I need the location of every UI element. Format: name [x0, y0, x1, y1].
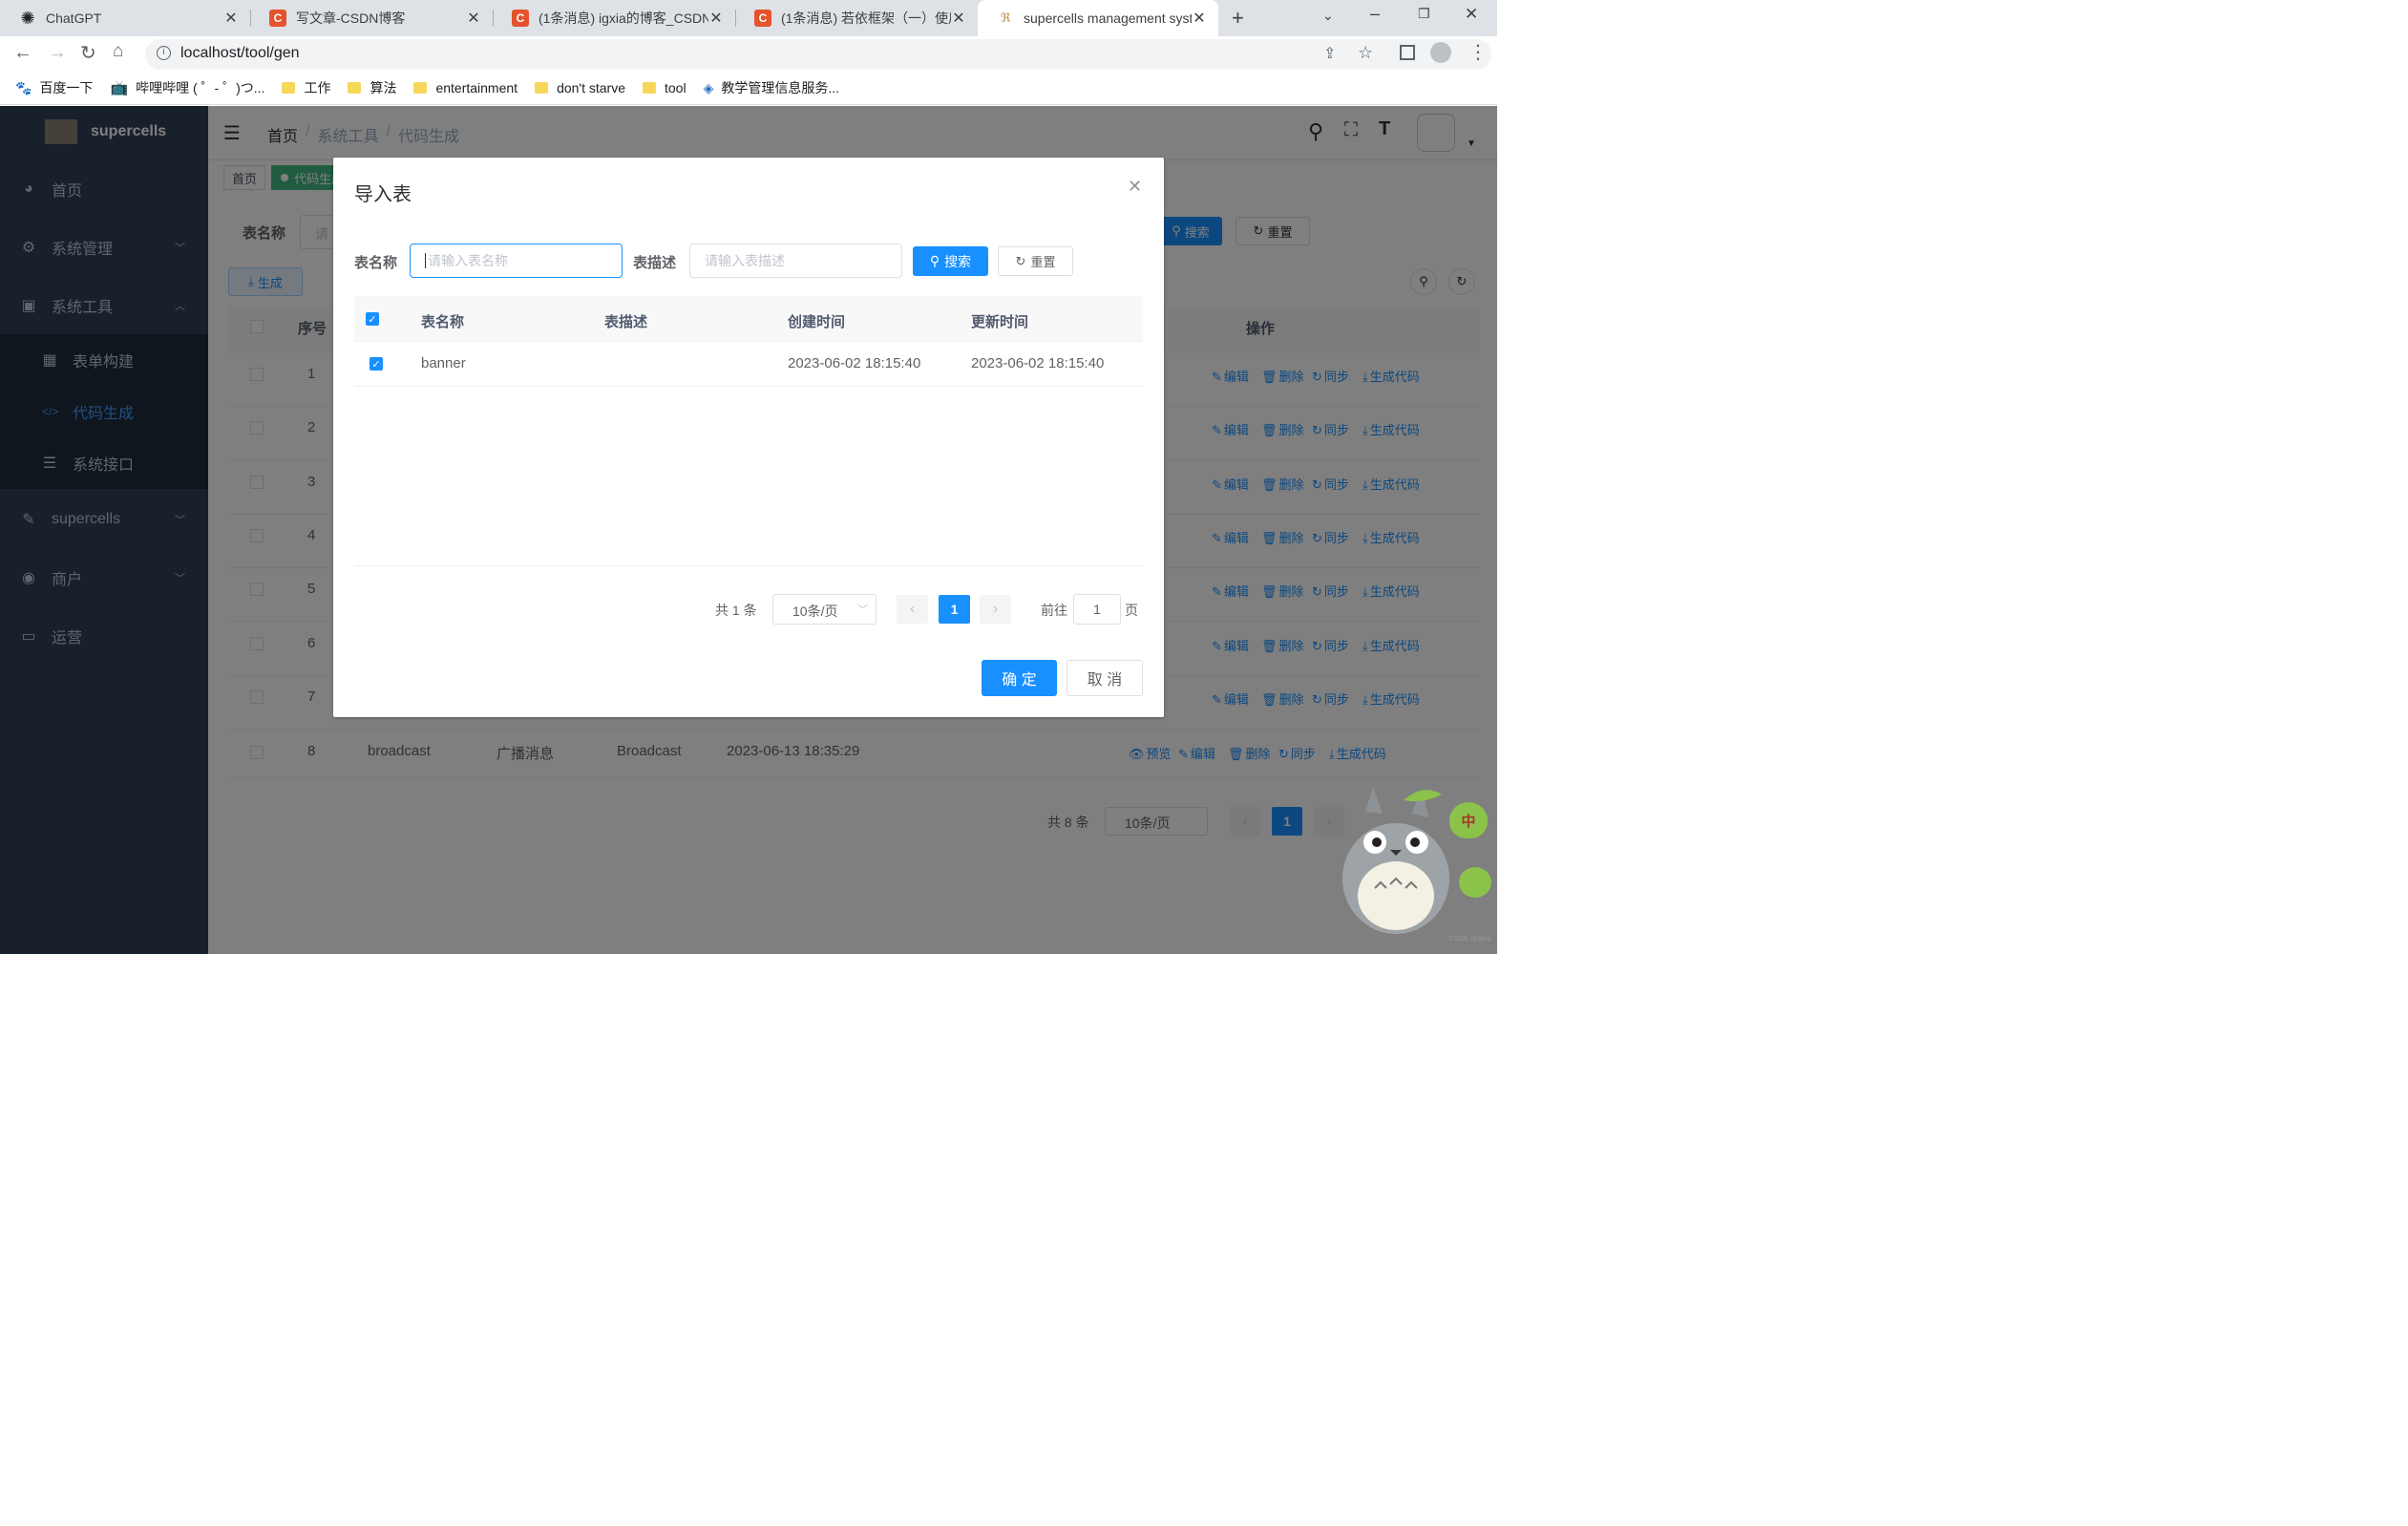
home-icon[interactable]: ⌂	[113, 41, 123, 62]
dialog-table-comment-input[interactable]: 请输入表描述	[689, 244, 902, 278]
baidu-icon: 🐾	[15, 79, 32, 95]
browser-tab-csdn-write[interactable]: C 写文章-CSDN博客 ✕	[250, 0, 493, 36]
dialog-reset-button[interactable]: ↻ 重置	[998, 246, 1073, 276]
dialog-prev-page-icon[interactable]: ‹	[897, 595, 928, 624]
goto-label: 前往	[1041, 603, 1067, 618]
star-icon[interactable]: ☆	[1358, 43, 1373, 63]
dialog-search-button[interactable]: ⚲ 搜索	[913, 246, 988, 276]
dialog-page-size-select[interactable]: 10条/页 ﹀	[772, 594, 877, 625]
dialog-page-number[interactable]: 1	[939, 595, 970, 624]
bookmark-dont-starve[interactable]: don't starve	[535, 80, 625, 95]
window-close-icon[interactable]: ✕	[1465, 5, 1478, 24]
url-text: localhost/tool/gen	[180, 45, 300, 61]
input-method-badge[interactable]: 中	[1449, 802, 1488, 838]
share-icon[interactable]: ⇪	[1323, 44, 1336, 63]
confirm-button[interactable]: 确 定	[982, 660, 1057, 696]
dialog-table-comment-label: 表描述	[633, 255, 677, 271]
close-tab-icon[interactable]: ✕	[466, 9, 481, 28]
new-tab-icon[interactable]: +	[1232, 6, 1244, 31]
back-icon[interactable]: ←	[13, 42, 32, 64]
header-create-time: 创建时间	[788, 314, 846, 330]
tab-title: ChatGPT	[46, 11, 102, 26]
browser-tab-bar: ✺ ChatGPT ✕ C 写文章-CSDN博客 ✕ C (1条消息) igxi…	[0, 0, 1497, 36]
browser-tab-csdn-blog[interactable]: C (1条消息) igxia的博客_CSDN博 ✕	[493, 0, 735, 36]
bookmark-work[interactable]: 工作	[282, 78, 330, 97]
dialog-table-name-input[interactable]: 请输入表名称	[410, 244, 623, 278]
select-all-checkbox[interactable]: ✓	[366, 312, 379, 326]
csdn-icon: C	[269, 10, 286, 27]
totoro-mascot-image[interactable]	[1337, 783, 1461, 936]
folder-icon	[413, 82, 428, 94]
tab-title: (1条消息) igxia的博客_CSDN博	[539, 11, 708, 26]
tab-title: (1条消息) 若依框架（一）使用	[781, 11, 951, 26]
bookmark-tool[interactable]: tool	[643, 80, 686, 95]
watermark: CSDN @igxia	[1449, 936, 1491, 943]
folder-icon	[643, 82, 656, 94]
row-update-time: 2023-06-02 18:15:40	[971, 355, 1105, 371]
tab-title: supercells management syste	[1024, 11, 1192, 26]
folder-icon	[282, 82, 296, 94]
bookmark-entertainment[interactable]: entertainment	[413, 80, 518, 95]
cancel-button[interactable]: 取 消	[1067, 660, 1143, 696]
profile-icon[interactable]	[1430, 42, 1451, 63]
bookmark-baidu[interactable]: 🐾 百度一下	[15, 78, 93, 97]
dialog-next-page-icon[interactable]: ›	[980, 595, 1011, 624]
forward-icon[interactable]: →	[48, 42, 67, 64]
bookmark-bilibili[interactable]: 📺 哔哩哔哩 ( ゜- ゜)つ...	[110, 78, 264, 97]
close-tab-icon[interactable]: ✕	[951, 9, 966, 28]
folder-icon	[348, 82, 362, 94]
browser-tab-ruoyi[interactable]: C (1条消息) 若依框架（一）使用 ✕	[735, 0, 978, 36]
dialog-title: 导入表	[354, 184, 412, 205]
chatgpt-icon: ✺	[20, 8, 35, 28]
dialog-table-name-label: 表名称	[354, 255, 398, 271]
search-icon: ⚲	[929, 253, 940, 268]
close-tab-icon[interactable]: ✕	[708, 9, 724, 28]
teaching-system-icon: ◈	[703, 79, 714, 95]
chevron-down-icon: ﹀	[857, 604, 868, 616]
menu-dots-icon[interactable]: ⋮	[1468, 40, 1488, 64]
tab-title: 写文章-CSDN博客	[296, 11, 406, 26]
csdn-icon: C	[512, 10, 529, 27]
dialog-pagination-total: 共 1 条	[715, 603, 757, 618]
close-icon[interactable]: ✕	[1128, 177, 1142, 197]
header-table-name: 表名称	[421, 314, 465, 330]
browser-tab-chatgpt[interactable]: ✺ ChatGPT ✕	[0, 0, 250, 36]
refresh-icon: ↻	[1015, 253, 1026, 268]
folder-icon	[535, 82, 549, 94]
restore-icon[interactable]: ❐	[1418, 6, 1430, 22]
site-info-icon[interactable]: i	[157, 46, 171, 60]
csdn-icon: C	[754, 10, 771, 27]
row-table-name: banner	[421, 355, 466, 371]
supercells-icon: ℜ	[1000, 11, 1011, 25]
reload-icon[interactable]: ↻	[80, 41, 96, 65]
heart-icon[interactable]	[1459, 867, 1491, 898]
close-tab-icon[interactable]: ✕	[1192, 9, 1207, 28]
tab-search-icon[interactable]: ⌄	[1322, 8, 1334, 24]
page-suffix: 页	[1125, 603, 1138, 618]
bookmark-teaching[interactable]: ◈ 教学管理信息服务...	[704, 78, 839, 97]
side-panel-icon[interactable]	[1400, 45, 1415, 60]
minimize-icon[interactable]: –	[1370, 4, 1380, 24]
row-checkbox[interactable]: ✓	[370, 357, 383, 371]
bilibili-icon: 📺	[110, 80, 129, 96]
bookmarks-bar: 🐾 百度一下 📺 哔哩哔哩 ( ゜- ゜)つ... 工作 算法 entertainm…	[0, 72, 1497, 105]
goto-page-input[interactable]: 1	[1073, 594, 1121, 625]
row-create-time: 2023-06-02 18:15:40	[788, 355, 921, 371]
browser-tab-supercells[interactable]: ℜ supercells management syste ✕	[978, 0, 1218, 36]
header-update-time: 更新时间	[971, 314, 1029, 330]
close-tab-icon[interactable]: ✕	[223, 9, 239, 28]
bookmark-algorithm[interactable]: 算法	[348, 78, 396, 97]
url-bar[interactable]: i localhost/tool/gen ⇪ ☆	[145, 39, 1491, 70]
address-bar-row: ← → ↻ ⌂ i localhost/tool/gen ⇪ ☆ ⋮	[0, 36, 1497, 72]
import-table-dialog: 导入表 ✕ 表名称 请输入表名称 表描述 请输入表描述 ⚲ 搜索 ↻ 重置 ✓ 表名…	[333, 158, 1164, 717]
header-table-comment: 表描述	[604, 314, 648, 330]
